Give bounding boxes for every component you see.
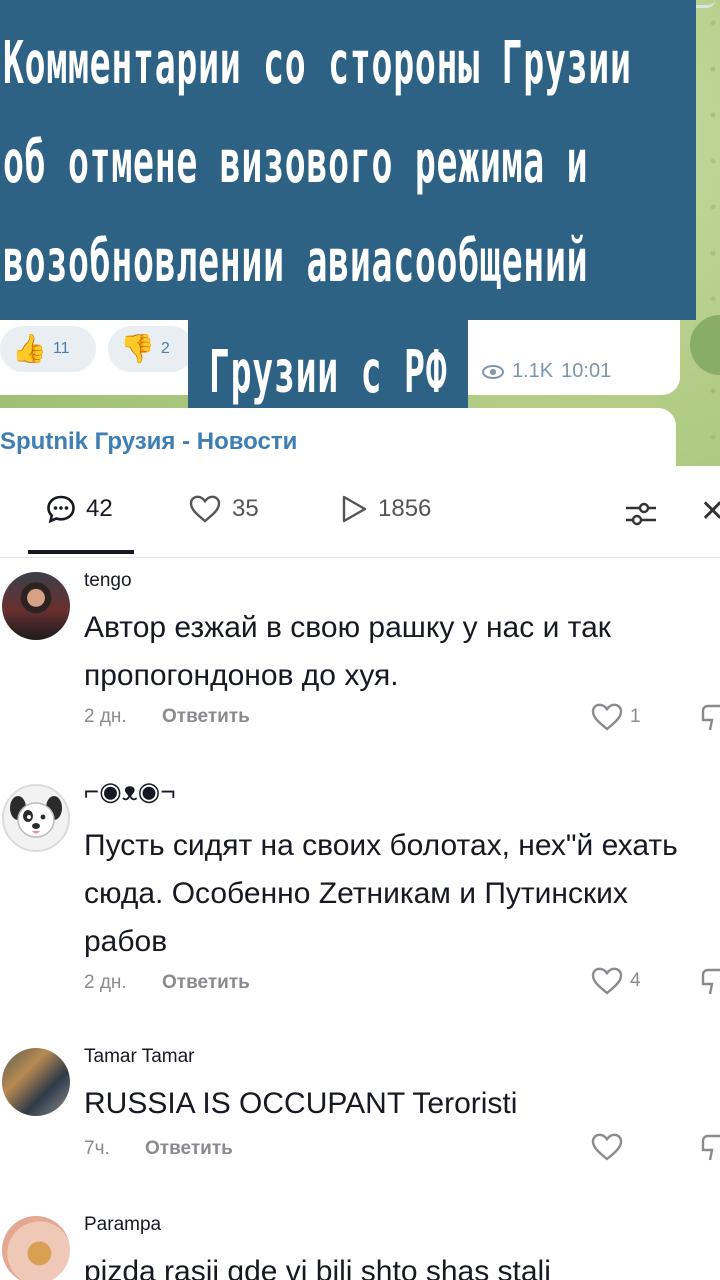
reply-button[interactable]: Ответить: [162, 706, 250, 727]
reaction-thumbs-down: 👎 2: [108, 326, 194, 372]
comment-like-button[interactable]: 4: [590, 966, 641, 996]
filter-icon[interactable]: [624, 500, 658, 528]
headline-banner: Комментарии со стороны Грузии об отмене …: [0, 0, 696, 320]
play-icon: [342, 495, 367, 523]
stats-bar: 42 35 1856 ✕: [0, 466, 720, 558]
comment-like-count: 1: [630, 706, 641, 727]
avatar[interactable]: [2, 572, 70, 640]
comment-icon: [47, 495, 75, 524]
comments-tab[interactable]: 42: [46, 494, 113, 524]
heart-icon: [189, 495, 221, 523]
dislike-icon[interactable]: [700, 966, 720, 998]
likes-count: 35: [232, 495, 259, 522]
comment-meta: 2 дн. Ответить: [84, 972, 250, 994]
comments-count: 42: [86, 495, 113, 522]
eye-icon: [482, 364, 504, 379]
heart-icon: [591, 703, 623, 731]
thumbs-down-icon: 👎: [120, 333, 155, 364]
headline-line-3: возобновлении авиасообщений: [2, 227, 589, 296]
comment-time: 2 дн.: [84, 706, 127, 727]
heart-icon: [591, 967, 623, 995]
comment-like-count: 4: [630, 970, 641, 991]
reaction-up-count: 11: [52, 340, 70, 357]
reply-button[interactable]: Ответить: [145, 1138, 233, 1159]
message-time: 10:01: [561, 360, 612, 382]
comment-time: 7ч.: [84, 1138, 110, 1159]
post-image: Комментарии со стороны Грузии об отмене …: [0, 0, 720, 466]
comment-time: 2 дн.: [84, 972, 127, 993]
reaction-thumbs-up: 👍 11: [0, 326, 96, 372]
views-value: 1.1K: [512, 360, 554, 382]
reaction-down-count: 2: [160, 340, 170, 357]
headline-line-4: Грузии с РФ: [208, 337, 448, 407]
comment-text: Автор езжай в свою рашку у нас и так про…: [84, 611, 611, 692]
comment-text: RUSSIA IS OCCUPANT Teroristi: [84, 1087, 518, 1120]
comment-text: pizda rasii gde vi bili shto shas stali: [84, 1255, 551, 1280]
plays-count: 1856: [378, 495, 432, 522]
dislike-icon[interactable]: [700, 702, 720, 734]
avatar[interactable]: [2, 1216, 70, 1280]
heart-icon: [591, 1133, 623, 1161]
comment-meta: 2 дн. Ответить: [84, 706, 250, 728]
comment-username[interactable]: tengo: [84, 570, 132, 592]
active-tab-indicator: [28, 550, 134, 554]
comment-username[interactable]: Parampa: [84, 1214, 161, 1236]
comment-username[interactable]: Tamar Tamar: [84, 1046, 195, 1068]
dog-avatar-icon: [10, 796, 62, 838]
avatar[interactable]: [2, 784, 70, 852]
avatar[interactable]: [2, 1048, 70, 1116]
comment-like-button[interactable]: [590, 1132, 630, 1162]
plays-tab[interactable]: 1856: [340, 494, 431, 524]
view-count: 1.1K 10:01: [482, 360, 611, 383]
dislike-icon[interactable]: [700, 1132, 720, 1164]
close-icon[interactable]: ✕: [700, 494, 720, 529]
comment-like-button[interactable]: 1: [590, 702, 641, 732]
reply-button[interactable]: Ответить: [162, 972, 250, 993]
thumbs-up-icon: 👍: [12, 333, 47, 364]
likes-tab[interactable]: 35: [188, 494, 259, 524]
comment-meta: 7ч. Ответить: [84, 1138, 233, 1160]
channel-name: Sputnik Грузия - Новости: [0, 428, 298, 455]
comment-username[interactable]: ⌐◉ᴥ◉¬: [84, 776, 176, 807]
comment-text: Пусть сидят на своих болотах, нех"й ехат…: [84, 829, 678, 958]
